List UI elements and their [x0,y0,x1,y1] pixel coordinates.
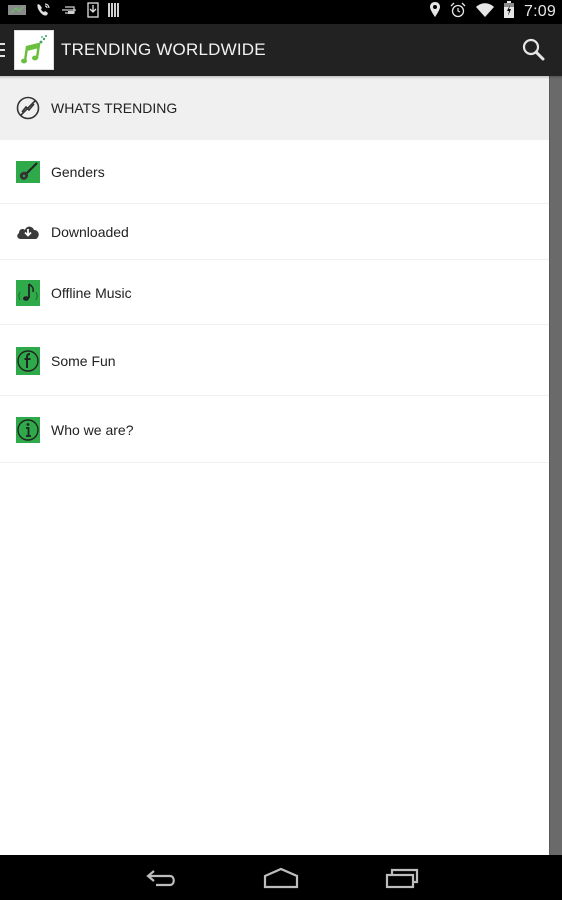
music-note-icon [16,280,40,306]
action-bar: TRENDING WORLDWIDE [0,24,562,76]
drawer-item-genders[interactable]: Genders [0,140,549,204]
usb-debug-icon [60,3,78,21]
system-icons: 7:09 [430,1,556,23]
phone-call-icon [35,2,51,23]
wifi-icon [476,2,495,22]
clock: 7:09 [524,3,556,20]
recent-apps-button[interactable] [382,863,422,893]
drawer-item-label: Downloaded [51,224,129,240]
drawer-item-some-fun[interactable]: Some Fun [0,325,549,396]
cloud-download-icon [16,220,40,244]
drawer-item-label: Offline Music [51,285,132,301]
app-logo[interactable] [14,30,54,70]
info-icon [16,417,40,443]
home-button[interactable] [261,863,301,893]
drawer-item-offline-music[interactable]: Offline Music [0,260,549,325]
alarm-icon [450,2,466,23]
back-button[interactable] [141,863,181,893]
drawer-item-label: Who we are? [51,422,134,438]
download-icon [87,1,99,23]
recent-apps-icon [385,868,419,889]
drawer-item-label: Some Fun [51,353,116,369]
image-notification-icon [8,3,26,21]
app-title: TRENDING WORLDWIDE [61,40,266,59]
drawer-scrim[interactable] [549,76,562,855]
facebook-icon [16,347,40,375]
trending-off-icon [16,96,40,120]
notification-icons [8,1,120,23]
drawer-item-whats-trending[interactable]: WHATS TRENDING [0,76,549,140]
drawer-item-label: WHATS TRENDING [51,100,178,116]
drawer-item-label: Genders [51,164,105,180]
search-button[interactable] [520,36,548,64]
drawer-item-who-we-are[interactable]: Who we are? [0,396,549,463]
drawer-item-downloaded[interactable]: Downloaded [0,204,549,260]
location-icon [430,2,441,22]
system-navigation-bar [0,855,562,900]
search-icon [522,38,545,61]
barcode-icon [108,2,120,23]
back-icon [146,870,175,887]
music-notes-icon [21,35,47,64]
status-bar: 7:09 [0,0,562,24]
battery-charging-icon [504,1,515,23]
home-icon [263,867,299,889]
drawer-toggle-icon[interactable] [0,43,5,57]
guitar-icon [16,160,40,184]
